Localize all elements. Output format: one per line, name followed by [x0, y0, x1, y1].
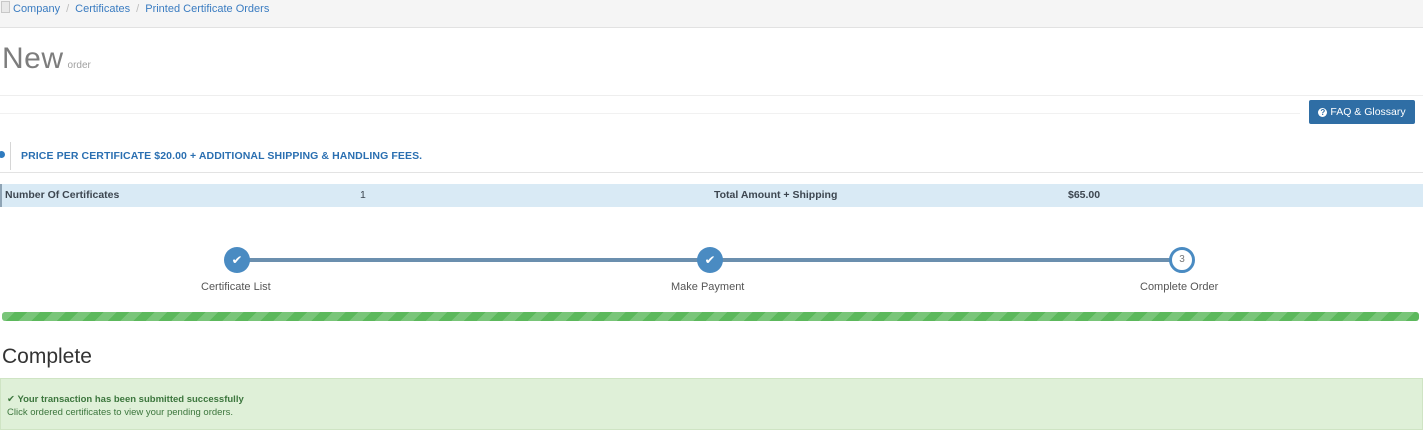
- page-title: New order: [2, 42, 91, 76]
- order-summary-row: Number Of Certificates 1 Total Amount + …: [0, 184, 1423, 207]
- breadcrumb-company[interactable]: Company: [13, 3, 60, 15]
- total-amount-label: Total Amount + Shipping: [714, 189, 838, 201]
- step-1-complete-icon[interactable]: ✔: [224, 247, 250, 273]
- breadcrumb-printed-certificate-orders[interactable]: Printed Certificate Orders: [145, 3, 269, 15]
- faq-glossary-button[interactable]: ? FAQ & Glossary: [1309, 100, 1415, 124]
- total-amount-value: $65.00: [1068, 189, 1101, 201]
- step-label-certificate-list: Certificate List: [201, 281, 271, 293]
- certificate-count-label: Number Of Certificates: [5, 189, 120, 201]
- step-label-make-payment: Make Payment: [671, 281, 745, 293]
- divider: [0, 172, 1423, 173]
- breadcrumb-certificates[interactable]: Certificates: [75, 3, 130, 15]
- divider: [10, 142, 11, 170]
- info-icon: [0, 151, 5, 158]
- home-icon[interactable]: [1, 1, 10, 13]
- success-alert: ✔ Your transaction has been submitted su…: [0, 378, 1423, 430]
- success-title-text: Your transaction has been submitted succ…: [17, 394, 244, 405]
- price-info-alert: PRICE PER CERTIFICATE $20.00 + ADDITIONA…: [0, 142, 1423, 170]
- price-info-text: PRICE PER CERTIFICATE $20.00 + ADDITIONA…: [21, 150, 423, 162]
- certificate-count-value: 1: [360, 189, 366, 201]
- section-heading: Complete: [2, 345, 92, 368]
- page-subtitle: order: [67, 60, 91, 71]
- step-3-current[interactable]: 3: [1169, 247, 1195, 273]
- step-2-complete-icon[interactable]: ✔: [697, 247, 723, 273]
- breadcrumb-separator: /: [136, 3, 140, 15]
- check-icon: ✔: [7, 394, 18, 405]
- success-title: ✔ Your transaction has been submitted su…: [7, 394, 244, 405]
- step-3-number: 3: [1179, 254, 1185, 265]
- page-title-text: New: [2, 42, 64, 75]
- divider: [0, 113, 1300, 114]
- faq-glossary-label: FAQ & Glossary: [1330, 106, 1406, 118]
- divider: [0, 95, 1423, 96]
- step-label-complete-order: Complete Order: [1140, 281, 1219, 293]
- progress-bar: [2, 312, 1419, 321]
- success-message: Click ordered certificates to view your …: [7, 407, 233, 418]
- breadcrumb-separator: /: [66, 3, 70, 15]
- breadcrumb: Company / Certificates / Printed Certificate…: [0, 0, 1423, 28]
- question-circle-icon: ?: [1318, 108, 1328, 117]
